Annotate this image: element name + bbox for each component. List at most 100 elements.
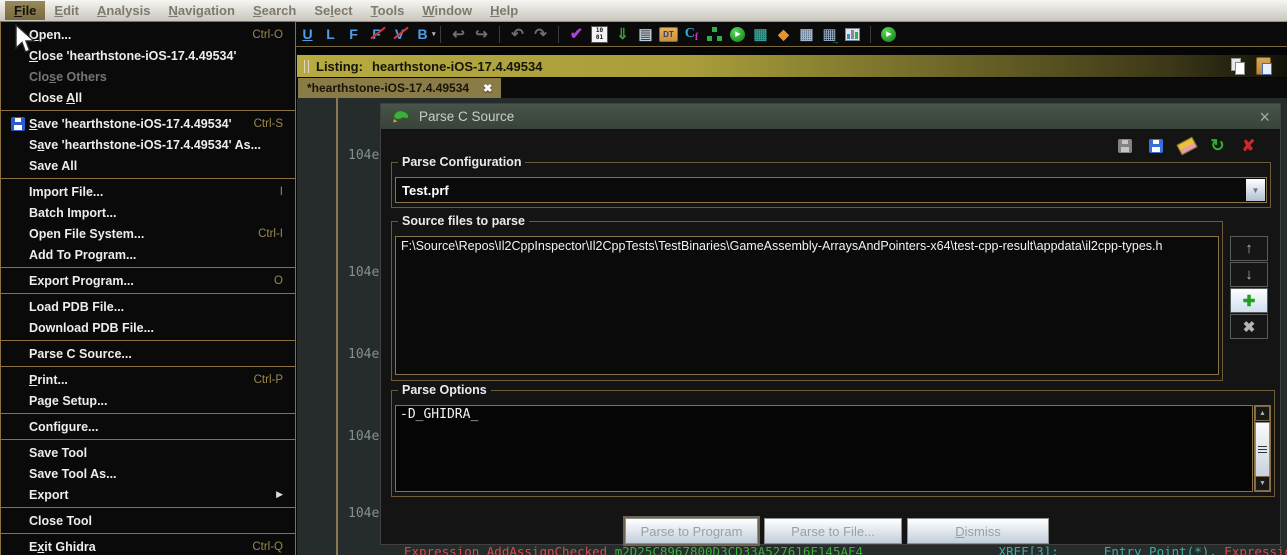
drag-handle-icon[interactable]: [304, 60, 309, 73]
clear-profile-icon[interactable]: [1177, 136, 1196, 155]
undo-icon[interactable]: ↶: [508, 25, 527, 44]
menu-item-save-hearthstone-ios-17-4-49534-as[interactable]: Save 'hearthstone-iOS-17.4.49534' As...: [1, 134, 295, 155]
symbol-tree-icon[interactable]: ◆: [774, 25, 793, 44]
tab-close-icon[interactable]: ✖: [483, 82, 492, 95]
submenu-arrow-icon: ▶: [276, 489, 283, 500]
source-files-list[interactable]: F:\Source\Repos\Il2CppInspector\Il2CppTe…: [395, 236, 1219, 375]
redo-icon[interactable]: ↷: [531, 25, 550, 44]
parse-configuration-label: Parse Configuration: [398, 155, 525, 169]
menubar-item-window[interactable]: Window: [413, 1, 481, 20]
menu-item-close-all[interactable]: Close All: [1, 87, 295, 108]
underline-format-icon[interactable]: U: [298, 25, 317, 44]
clear-variable-format-icon[interactable]: V: [390, 25, 409, 44]
menu-item-download-pdb-file[interactable]: Download PDB File...: [1, 317, 295, 338]
function-format-icon[interactable]: F: [344, 25, 363, 44]
save-profile-as-icon[interactable]: [1146, 136, 1165, 155]
menu-item-save-hearthstone-ios-17-4-49534[interactable]: Save 'hearthstone-iOS-17.4.49534'Ctrl-S: [1, 113, 295, 134]
nav-previous-icon[interactable]: ↩: [449, 25, 468, 44]
menu-item-parse-c-source[interactable]: Parse C Source...: [1, 343, 295, 364]
refresh-icon[interactable]: ↻: [1208, 136, 1227, 155]
move-down-button[interactable]: ↓: [1230, 262, 1268, 287]
data-type-manager-icon[interactable]: DT: [659, 25, 678, 44]
menubar-item-navigation[interactable]: Navigation: [159, 1, 243, 20]
script-manager-icon[interactable]: ▶: [879, 25, 898, 44]
menubar-item-analysis[interactable]: Analysis: [88, 1, 159, 20]
listing-view-icon[interactable]: ▤: [636, 25, 655, 44]
copy-icon[interactable]: [1231, 58, 1245, 74]
menu-separator: [1, 340, 295, 341]
menubar-item-tools[interactable]: Tools: [362, 1, 414, 20]
label-format-icon[interactable]: L: [321, 25, 340, 44]
menubar-item-help[interactable]: Help: [481, 1, 527, 20]
add-file-button[interactable]: ✚: [1230, 288, 1268, 313]
bookmark-format-icon[interactable]: B▾: [413, 25, 432, 44]
menu-item-export[interactable]: Export▶: [1, 484, 295, 505]
symbol-table-icon[interactable]: ▦: [797, 25, 816, 44]
listing-program-name: hearthstone-iOS-17.4.49534: [372, 59, 543, 74]
listing-panel-header[interactable]: Listing: hearthstone-iOS-17.4.49534: [297, 55, 1287, 77]
parse-configuration-combobox[interactable]: Test.prf ▼: [395, 177, 1267, 203]
scroll-up-icon[interactable]: ▲: [1255, 406, 1270, 421]
menu-item-close-others: Close Others: [1, 66, 295, 87]
parse-options-textarea[interactable]: -D_GHIDRA_: [395, 405, 1253, 492]
validate-icon[interactable]: ✔: [567, 25, 586, 44]
memory-map-icon[interactable]: ▦: [751, 25, 770, 44]
shortcut-label: I: [280, 186, 283, 198]
menu-item-exit-ghidra[interactable]: Exit GhidraCtrl-Q: [1, 536, 295, 555]
function-graph-icon[interactable]: [705, 25, 724, 44]
call-tree-icon[interactable]: [843, 25, 862, 44]
parse-to-file-button[interactable]: Parse to File...: [764, 518, 902, 544]
paste-icon[interactable]: [1256, 57, 1271, 75]
menu-item-load-pdb-file[interactable]: Load PDB File...: [1, 296, 295, 317]
menu-item-import-file[interactable]: Import File...I: [1, 181, 295, 202]
menu-item-close-tool[interactable]: Close Tool: [1, 510, 295, 531]
nav-next-icon[interactable]: ↪: [472, 25, 491, 44]
menu-item-save-tool[interactable]: Save Tool: [1, 442, 295, 463]
menu-item-batch-import[interactable]: Batch Import...: [1, 202, 295, 223]
parse-configuration-group: Parse Configuration Test.prf ▼: [391, 162, 1271, 208]
run-icon[interactable]: ▶: [728, 25, 747, 44]
combo-dropdown-button[interactable]: ▼: [1246, 179, 1265, 201]
menu-item-close-hearthstone-ios-17-4-49534[interactable]: Close 'hearthstone-iOS-17.4.49534': [1, 45, 295, 66]
source-file-item[interactable]: F:\Source\Repos\Il2CppInspector\Il2CppTe…: [396, 237, 1218, 256]
menubar-item-select[interactable]: Select: [305, 1, 361, 20]
dismiss-button[interactable]: Dismiss: [907, 518, 1049, 544]
dialog-close-icon[interactable]: ×: [1259, 108, 1270, 126]
import-icon[interactable]: ⇓: [613, 25, 632, 44]
menu-item-add-to-program[interactable]: Add To Program...: [1, 244, 295, 265]
source-files-group: Source files to parse F:\Source\Repos\Il…: [391, 221, 1223, 381]
shortcut-label: Ctrl-I: [258, 228, 283, 240]
move-up-button[interactable]: ↑: [1230, 236, 1268, 261]
clear-function-format-icon[interactable]: F: [367, 25, 386, 44]
parse-to-program-button[interactable]: Parse to Program: [625, 518, 758, 544]
menu-separator: [1, 533, 295, 534]
decompiler-icon[interactable]: Cf: [682, 25, 701, 44]
ghidra-dragon-icon: [391, 109, 411, 125]
menu-item-page-setup[interactable]: Page Setup...: [1, 390, 295, 411]
tab-hearthstone-program[interactable]: *hearthstone-iOS-17.4.49534 ✖: [298, 78, 501, 98]
menubar: FileEditAnalysisNavigationSearchSelectTo…: [0, 0, 1287, 22]
scrollbar-thumb[interactable]: [1255, 422, 1270, 478]
toolbar-separator: [558, 26, 559, 43]
parse-options-label: Parse Options: [398, 383, 491, 397]
dialog-titlebar[interactable]: Parse C Source ×: [381, 104, 1280, 129]
menu-item-open-file-system[interactable]: Open File System...Ctrl-I: [1, 223, 295, 244]
menu-item-save-all[interactable]: Save All: [1, 155, 295, 176]
parse-c-source-dialog: Parse C Source × ↻ ✘ Parse Configuration …: [380, 103, 1281, 545]
delete-profile-icon[interactable]: ✘: [1239, 136, 1258, 155]
scroll-down-icon[interactable]: ▼: [1255, 476, 1270, 491]
byte-viewer-icon[interactable]: 1001: [590, 25, 609, 44]
menu-item-print[interactable]: Print...Ctrl-P: [1, 369, 295, 390]
toolbar-separator: [870, 26, 871, 43]
menubar-item-search[interactable]: Search: [244, 1, 305, 20]
menu-item-export-program[interactable]: Export Program...O: [1, 270, 295, 291]
menubar-item-edit[interactable]: Edit: [45, 1, 88, 20]
remove-file-button[interactable]: ✖: [1230, 314, 1268, 339]
options-scrollbar[interactable]: ▲ ▼: [1254, 405, 1271, 492]
menubar-item-file[interactable]: File: [5, 1, 45, 20]
menu-item-configure[interactable]: Configure...: [1, 416, 295, 437]
symbol-references-icon[interactable]: ▦→: [820, 25, 839, 44]
menu-item-open[interactable]: Open...Ctrl-O: [1, 24, 295, 45]
menu-item-save-tool-as[interactable]: Save Tool As...: [1, 463, 295, 484]
code-token: Entry Point(*),: [1104, 544, 1224, 555]
